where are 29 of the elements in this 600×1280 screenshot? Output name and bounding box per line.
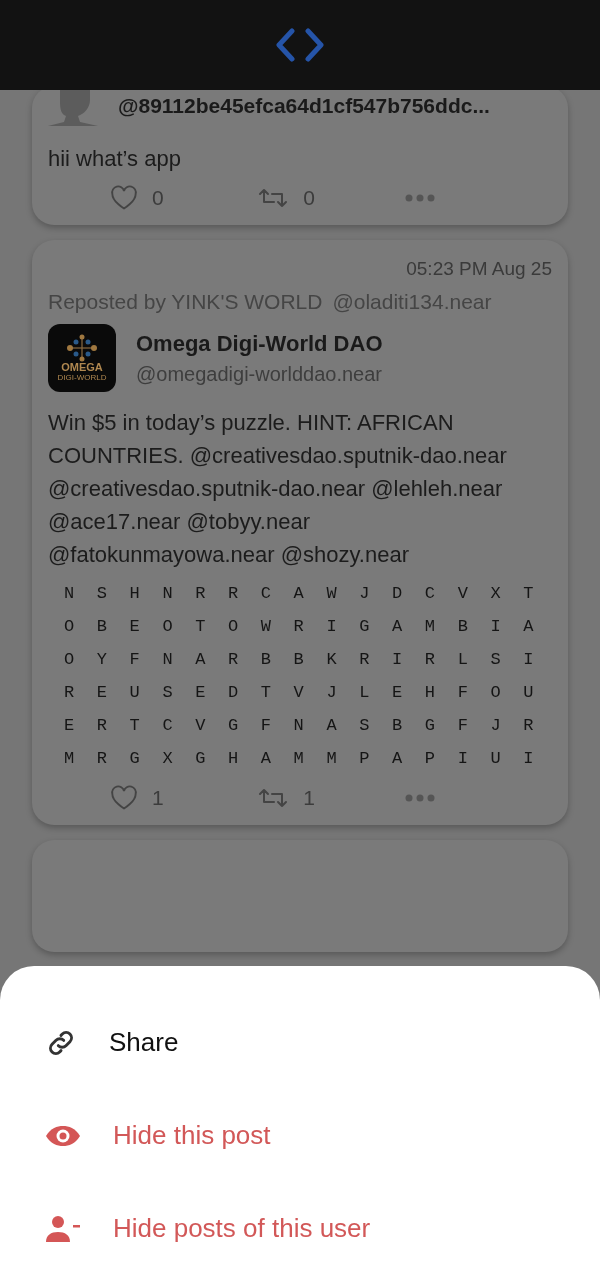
like-count: 0 bbox=[152, 186, 164, 210]
logo-subtext: DIGI-WORLD bbox=[57, 373, 107, 382]
heart-icon bbox=[110, 785, 138, 811]
author-handle: @omegadigi-worlddao.near bbox=[136, 362, 383, 386]
puzzle-row-text: O B E O T O W R I G A M B I A bbox=[64, 616, 541, 638]
repost-count: 1 bbox=[303, 786, 315, 810]
post-text: hii what’s app bbox=[48, 145, 182, 173]
network-icon bbox=[65, 334, 99, 362]
logo-text: OMEGA bbox=[61, 362, 103, 373]
code-icon[interactable] bbox=[276, 28, 324, 62]
post-time: 05:23 PM Aug 25 bbox=[406, 258, 552, 280]
menu-item[interactable]: Hide this post bbox=[0, 1089, 600, 1182]
remove-user-icon bbox=[45, 1214, 81, 1243]
menu-item[interactable]: Share bbox=[0, 996, 600, 1089]
puzzle-row-text: O Y F N A R B B K R I R L S I bbox=[64, 649, 541, 671]
like-count: 1 bbox=[152, 786, 164, 810]
author-name: Omega Digi-World DAO bbox=[136, 330, 383, 357]
more-icon[interactable] bbox=[404, 794, 435, 802]
puzzle-row-text: M R G X G H A M M P A P I U I bbox=[64, 748, 541, 765]
puzzle-row-text: N S H N R R C A W J D C V X T bbox=[64, 583, 541, 605]
menu-item[interactable]: Hide posts of this user bbox=[0, 1182, 600, 1275]
puzzle-row-text: E R T C V G F N A S B G F J R bbox=[64, 715, 541, 737]
heart-icon bbox=[110, 185, 138, 211]
puzzle-row-text: R E U S E D T V J L E H F O U bbox=[64, 682, 541, 704]
repost-count: 0 bbox=[303, 186, 315, 210]
user-handle: @89112be45efca64d1cf547b756ddc... bbox=[118, 94, 490, 118]
eye-icon bbox=[45, 1124, 81, 1147]
post-text: Win $5 in today’s puzzle. HINT: AFRICAN COUNTRIES. @creativesdao.sputnik-dao.near @creativesdao.sputnik-dao.near @lehleh.near @ace17.near @tobyy.near @fatokunmayowa.near @shozy.near bbox=[48, 409, 508, 569]
more-icon[interactable] bbox=[404, 194, 435, 202]
